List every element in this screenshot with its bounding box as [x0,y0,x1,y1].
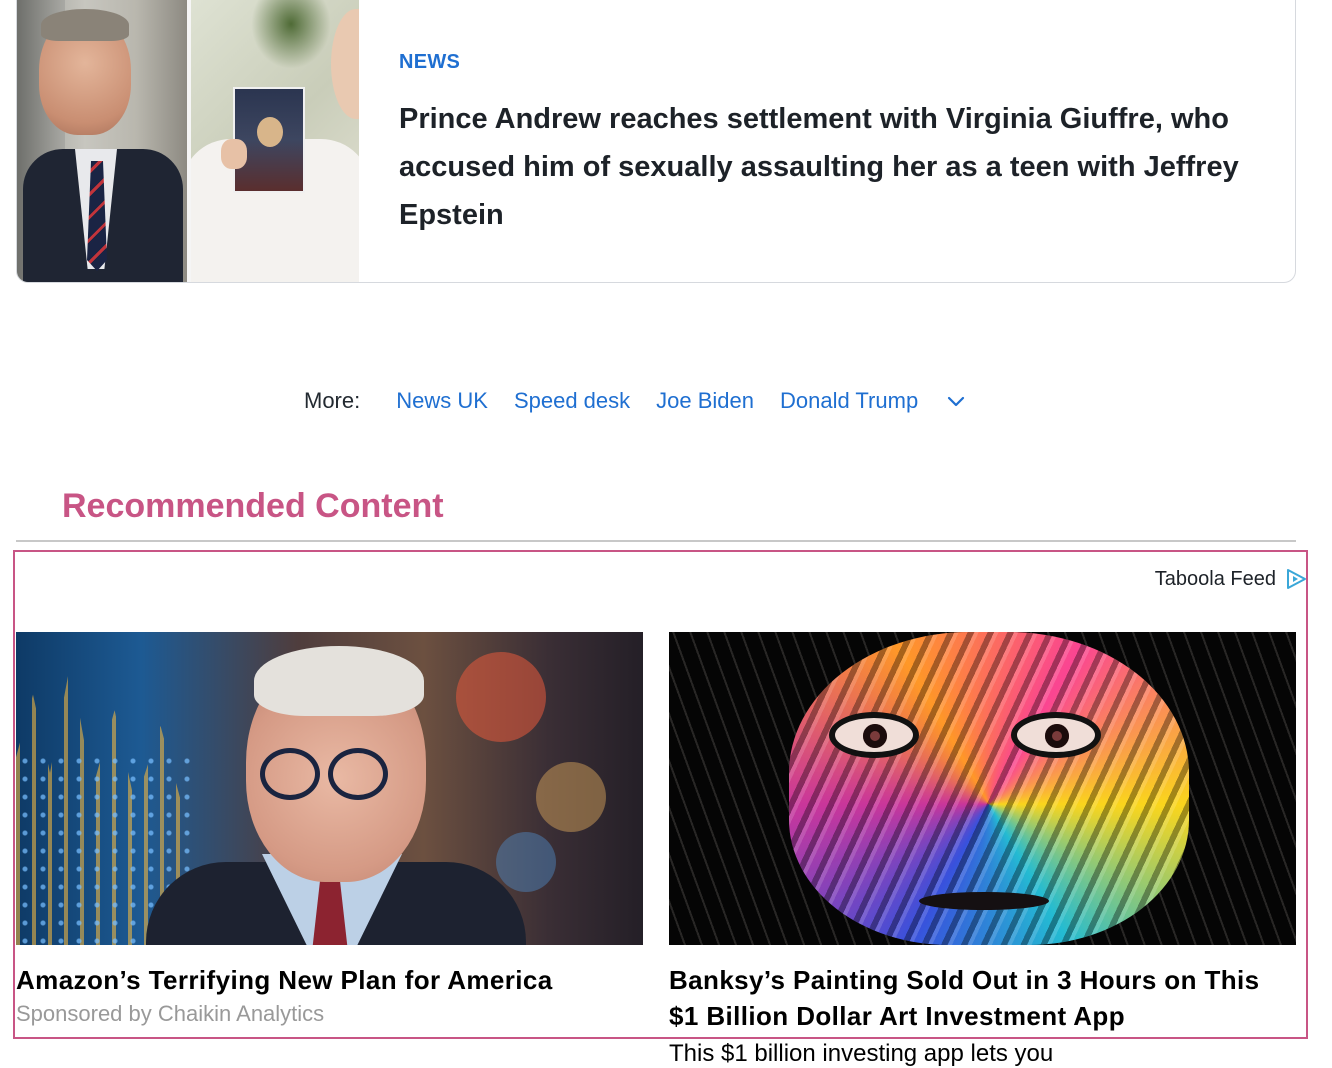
more-label: More: [304,388,361,413]
more-topics-nav: More: News UK Speed desk Joe Biden Donal… [304,388,966,414]
news-thumbnail-left-photo [17,0,187,282]
taboola-feed-label: Taboola Feed [1154,567,1276,590]
news-headline[interactable]: Prince Andrew reaches settlement with Vi… [399,95,1259,239]
more-link-speed-desk[interactable]: Speed desk [514,388,630,414]
recommended-item-chaikin[interactable]: Amazon’s Terrifying New Plan for America… [16,632,643,1030]
recommended-item-sponsor[interactable]: Sponsored by Chaikin Analytics [16,998,643,1030]
recommended-item-image[interactable] [16,632,643,945]
news-thumbnail[interactable] [17,0,359,282]
more-link-joe-biden[interactable]: Joe Biden [656,388,754,414]
recommended-item-title[interactable]: Banksy’s Painting Sold Out in 3 Hours on… [669,962,1296,1034]
more-link-donald-trump[interactable]: Donald Trump [780,388,918,414]
news-category-label[interactable]: NEWS [399,51,460,74]
recommended-item-title[interactable]: Amazon’s Terrifying New Plan for America [16,962,643,998]
recommended-item-image[interactable] [669,632,1296,945]
chevron-down-icon[interactable] [946,391,966,411]
more-link-news-uk[interactable]: News UK [396,388,488,414]
taboola-play-icon [1287,569,1306,589]
recommended-item-banksy[interactable]: Banksy’s Painting Sold Out in 3 Hours on… [669,632,1296,1068]
recommended-item-description: This $1 billion investing app lets you [669,1040,1054,1067]
recommended-content-heading: Recommended Content [62,487,444,525]
news-card[interactable]: NEWS Prince Andrew reaches settlement wi… [16,0,1296,283]
taboola-feed-link[interactable]: Taboola Feed [1155,567,1308,591]
news-thumbnail-right-photo [191,0,359,282]
section-divider [16,540,1296,542]
